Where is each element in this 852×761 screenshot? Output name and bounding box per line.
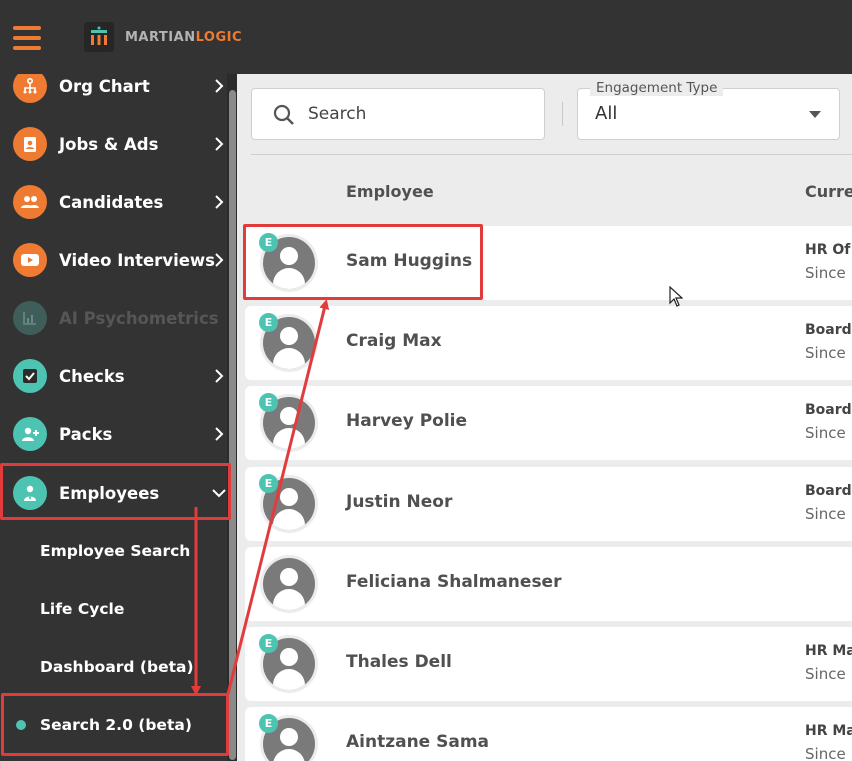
sidebar-subitem-label: Search 2.0 (beta)	[40, 716, 192, 734]
clipboard-icon	[13, 127, 47, 161]
add-person-icon	[13, 417, 47, 451]
position-since: Since	[805, 665, 846, 683]
employee-name[interactable]: Craig Max	[346, 331, 442, 351]
chevron-right-icon	[212, 195, 226, 209]
chevron-down-icon	[212, 486, 226, 500]
sidebar-item-employees[interactable]: Employees	[0, 465, 237, 521]
chart-icon	[13, 301, 47, 335]
employee-row[interactable]: Feliciana Shalmaneser	[245, 547, 852, 621]
employee-row[interactable]: E Sam Huggins HR Of Since	[245, 226, 852, 300]
chevron-right-icon	[212, 137, 226, 151]
employee-name[interactable]: Aintzane Sama	[346, 732, 489, 752]
employee-row[interactable]: E Thales Dell HR Ma Since	[245, 627, 852, 701]
position-title: HR Ma	[805, 723, 852, 739]
employee-row[interactable]: E Justin Neor Board Since	[245, 467, 852, 541]
sidebar-item-packs[interactable]: Packs	[0, 406, 237, 462]
video-icon	[13, 243, 47, 277]
engagement-badge: E	[259, 313, 278, 332]
engagement-badge: E	[259, 233, 278, 252]
sidebar-item-label: Jobs & Ads	[59, 134, 159, 154]
sidebar-item-label: Packs	[59, 424, 113, 444]
sidebar-item-jobs-ads[interactable]: Jobs & Ads	[0, 116, 237, 172]
sidebar-subitem-dashboard[interactable]: Dashboard (beta)	[0, 639, 237, 695]
main-content: Engagement Type All Employee Curre E Sam…	[237, 74, 852, 761]
engagement-badge: E	[259, 634, 278, 653]
employee-row[interactable]: E Harvey Polie Board Since	[245, 386, 852, 460]
chevron-right-icon	[212, 253, 226, 267]
top-bar: MARTIANLOGIC	[0, 0, 852, 74]
employee-name[interactable]: Justin Neor	[346, 492, 452, 512]
engagement-badge: E	[259, 393, 278, 412]
sidebar-subitem-life-cycle[interactable]: Life Cycle	[0, 581, 237, 637]
checkbox-icon	[13, 359, 47, 393]
people-icon	[13, 185, 47, 219]
column-header-employee[interactable]: Employee	[346, 182, 434, 201]
position-title: Board	[805, 402, 852, 418]
chevron-right-icon	[212, 79, 226, 93]
divider	[562, 102, 563, 126]
org-chart-icon	[13, 74, 47, 103]
employee-name[interactable]: Harvey Polie	[346, 411, 467, 431]
hamburger-menu-icon[interactable]	[13, 26, 41, 50]
position-since: Since	[805, 505, 846, 523]
engagement-type-label: Engagement Type	[590, 80, 724, 96]
sidebar-scrollbar-thumb[interactable]	[229, 90, 236, 760]
position-since: Since	[805, 344, 846, 362]
sidebar-item-label: Checks	[59, 366, 125, 386]
sidebar-subitem-search-2[interactable]: Search 2.0 (beta)	[0, 697, 237, 753]
search-box[interactable]	[251, 88, 545, 140]
engagement-badge: E	[259, 474, 278, 493]
sidebar-item-checks[interactable]: Checks	[0, 348, 237, 404]
sidebar-item-label: Video Interviews	[59, 250, 215, 270]
active-indicator-dot	[16, 720, 26, 730]
header-divider	[251, 154, 852, 155]
employee-row[interactable]: E Aintzane Sama HR Ma Since	[245, 707, 852, 761]
employee-name[interactable]: Feliciana Shalmaneser	[346, 572, 561, 592]
logo[interactable]: MARTIANLOGIC	[84, 22, 242, 52]
position-since: Since	[805, 264, 846, 282]
position-title: Board	[805, 483, 852, 499]
position-title: HR Ma	[805, 643, 852, 659]
engagement-type-select[interactable]: Engagement Type All	[577, 80, 840, 140]
employee-row[interactable]: E Craig Max Board Since	[245, 306, 852, 380]
sidebar-item-video-interviews[interactable]: Video Interviews	[0, 232, 237, 288]
position-title: HR Of	[805, 242, 851, 258]
chevron-right-icon	[212, 369, 226, 383]
chevron-right-icon	[212, 427, 226, 441]
search-icon	[272, 103, 296, 131]
sidebar-item-label: Candidates	[59, 192, 164, 212]
column-header-current[interactable]: Curre	[805, 182, 852, 201]
user-avatar-icon	[263, 558, 315, 610]
sidebar-item-label: Employees	[59, 483, 160, 503]
employee-icon	[13, 476, 47, 510]
sidebar-item-org-chart[interactable]: Org Chart	[0, 74, 237, 114]
sidebar-item-ai-psychometrics: AI Psychometrics	[0, 290, 237, 346]
dropdown-arrow-icon	[809, 111, 821, 118]
sidebar-item-label: AI Psychometrics	[59, 308, 219, 328]
engagement-badge: E	[259, 714, 278, 733]
employee-name[interactable]: Thales Dell	[346, 652, 452, 672]
position-since: Since	[805, 745, 846, 761]
sidebar-subitem-label: Employee Search	[40, 542, 191, 560]
sidebar-item-label: Org Chart	[59, 76, 150, 96]
engagement-type-value: All	[595, 103, 618, 124]
avatar	[260, 555, 318, 613]
sidebar-subitem-employee-search[interactable]: Employee Search	[0, 523, 237, 579]
position-title: Board	[805, 322, 852, 338]
sidebar-subitem-label: Dashboard (beta)	[40, 658, 194, 676]
sidebar: Org Chart Jobs & Ads Candidates Video In…	[0, 74, 237, 761]
employee-name[interactable]: Sam Huggins	[346, 251, 472, 271]
sidebar-subitem-label: Life Cycle	[40, 600, 125, 618]
position-since: Since	[805, 424, 846, 442]
martianlogic-logo-icon	[84, 22, 114, 52]
logo-text: MARTIANLOGIC	[125, 29, 242, 45]
mouse-cursor-icon	[669, 286, 683, 307]
sidebar-item-candidates[interactable]: Candidates	[0, 174, 237, 230]
search-input[interactable]	[308, 101, 528, 127]
